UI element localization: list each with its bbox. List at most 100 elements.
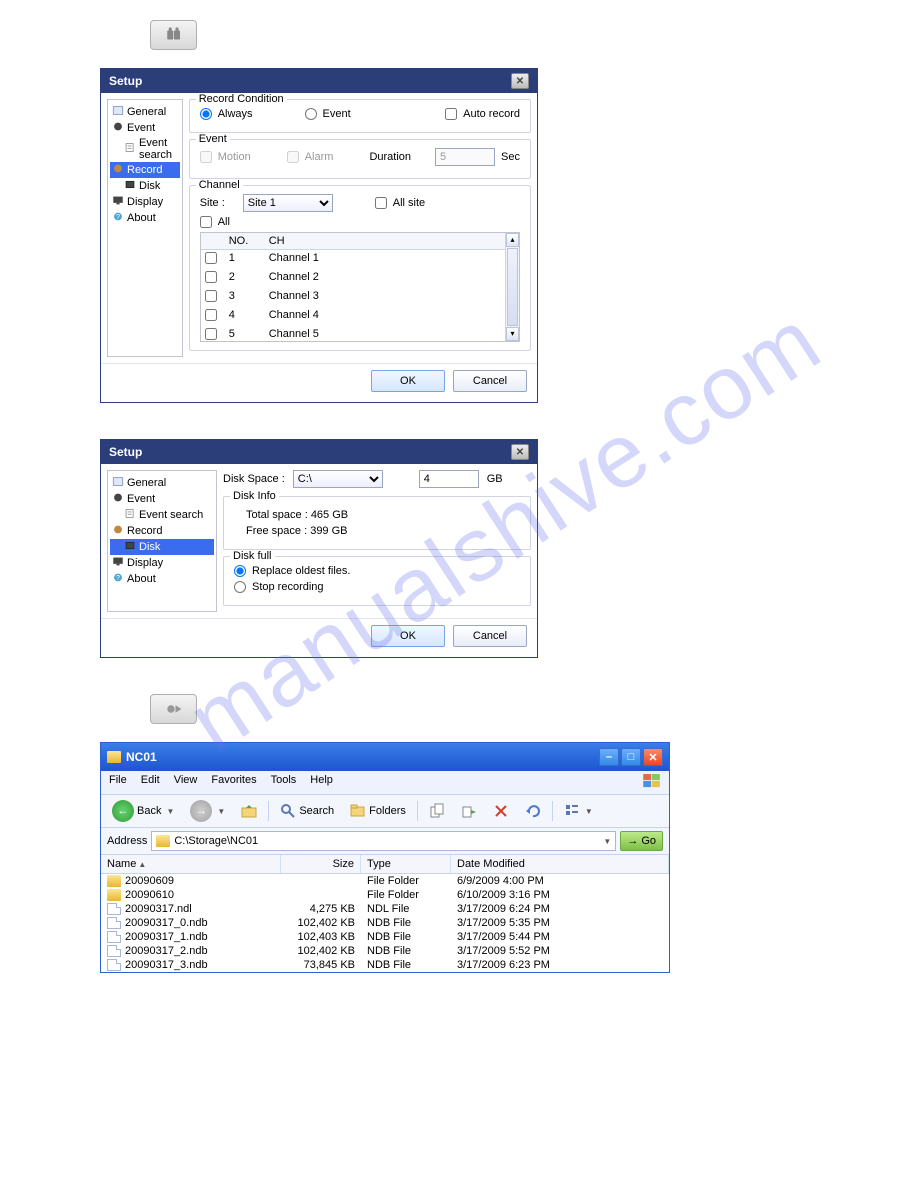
drive-select[interactable]: C:\ bbox=[293, 470, 383, 488]
always-radio[interactable] bbox=[200, 108, 212, 120]
tree-item-general[interactable]: General bbox=[110, 475, 214, 491]
tree-item-record[interactable]: Record bbox=[110, 523, 214, 539]
chevron-down-icon[interactable]: ▼ bbox=[603, 837, 611, 846]
close-button[interactable]: ✕ bbox=[511, 73, 529, 89]
scroll-up-button[interactable]: ▴ bbox=[506, 233, 519, 247]
row-check[interactable] bbox=[205, 328, 217, 340]
file-date: 6/9/2009 4:00 PM bbox=[451, 874, 669, 888]
event-radio[interactable] bbox=[305, 108, 317, 120]
table-row[interactable]: 3Channel 3 bbox=[201, 288, 505, 307]
col-type[interactable]: Type bbox=[361, 855, 451, 873]
tree-item-disk[interactable]: Disk bbox=[110, 539, 214, 555]
back-button[interactable]: ← Back ▼ bbox=[107, 798, 179, 824]
tree-item-general[interactable]: General bbox=[110, 104, 180, 120]
views-button[interactable]: ▼ bbox=[559, 801, 598, 821]
site-select[interactable]: Site 1 bbox=[243, 194, 333, 212]
undo-icon bbox=[525, 803, 541, 819]
tree-item-about[interactable]: ?About bbox=[110, 571, 214, 587]
disk-space-label: Disk Space : bbox=[223, 473, 285, 485]
menu-bar: File Edit View Favorites Tools Help bbox=[101, 771, 669, 795]
tree-item-display[interactable]: Display bbox=[110, 555, 214, 571]
scroll-thumb[interactable] bbox=[507, 248, 518, 326]
file-type: NDB File bbox=[361, 944, 451, 958]
row-check[interactable] bbox=[205, 309, 217, 321]
row-check[interactable] bbox=[205, 252, 217, 264]
scrollbar[interactable]: ▴ ▾ bbox=[505, 233, 519, 341]
row-check[interactable] bbox=[205, 290, 217, 302]
table-row[interactable]: 1Channel 1 bbox=[201, 250, 505, 269]
ok-button[interactable]: OK bbox=[371, 370, 445, 392]
menu-help[interactable]: Help bbox=[310, 774, 333, 791]
address-input[interactable]: C:\Storage\NC01 ▼ bbox=[151, 831, 616, 851]
row-check[interactable] bbox=[205, 271, 217, 283]
table-row[interactable]: 4Channel 4 bbox=[201, 307, 505, 326]
all-site-check[interactable] bbox=[375, 197, 387, 209]
file-row[interactable]: 20090609File Folder6/9/2009 4:00 PM bbox=[101, 874, 669, 888]
setup-icon-button[interactable] bbox=[150, 20, 197, 50]
file-date: 6/10/2009 3:16 PM bbox=[451, 888, 669, 902]
group-title: Channel bbox=[196, 179, 243, 191]
window-titlebar[interactable]: NC01 – □ ✕ bbox=[101, 743, 669, 771]
auto-record-check[interactable] bbox=[445, 108, 457, 120]
col-name[interactable]: Name▲ bbox=[101, 855, 281, 873]
tree-item-disk[interactable]: Disk bbox=[110, 178, 180, 194]
copy-to-button[interactable] bbox=[424, 801, 450, 821]
ok-button[interactable]: OK bbox=[371, 625, 445, 647]
file-type: NDB File bbox=[361, 958, 451, 972]
folder-up-icon bbox=[241, 803, 257, 819]
file-row[interactable]: 20090317.ndl4,275 KBNDL File3/17/2009 6:… bbox=[101, 902, 669, 916]
disk-space-input[interactable] bbox=[419, 470, 479, 488]
file-date: 3/17/2009 5:52 PM bbox=[451, 944, 669, 958]
go-button[interactable]: → Go bbox=[620, 831, 663, 851]
col-no-header[interactable]: NO. bbox=[225, 233, 265, 249]
minimize-button[interactable]: – bbox=[599, 748, 619, 766]
forward-button[interactable]: → ▼ bbox=[185, 798, 230, 824]
col-ch-header[interactable]: CH bbox=[265, 233, 505, 249]
search-button[interactable]: Search bbox=[275, 801, 339, 821]
replace-radio[interactable] bbox=[234, 565, 246, 577]
scroll-down-button[interactable]: ▾ bbox=[506, 327, 519, 341]
file-row[interactable]: 20090317_0.ndb102,402 KBNDB File3/17/200… bbox=[101, 916, 669, 930]
tree-item-record[interactable]: Record bbox=[110, 162, 180, 178]
file-row[interactable]: 20090610File Folder6/10/2009 3:16 PM bbox=[101, 888, 669, 902]
up-button[interactable] bbox=[236, 801, 262, 821]
tree-item-event[interactable]: Event bbox=[110, 491, 214, 507]
menu-favorites[interactable]: Favorites bbox=[211, 774, 256, 791]
menu-edit[interactable]: Edit bbox=[141, 774, 160, 791]
tree-item-about[interactable]: ?About bbox=[110, 210, 180, 226]
group-title: Disk Info bbox=[230, 490, 279, 502]
file-row[interactable]: 20090317_3.ndb73,845 KBNDB File3/17/2009… bbox=[101, 958, 669, 972]
row-no: 2 bbox=[225, 269, 265, 288]
file-row[interactable]: 20090317_2.ndb102,402 KBNDB File3/17/200… bbox=[101, 944, 669, 958]
all-check[interactable] bbox=[200, 216, 212, 228]
folder-icon bbox=[107, 751, 121, 763]
col-date[interactable]: Date Modified bbox=[451, 855, 669, 873]
undo-button[interactable] bbox=[520, 801, 546, 821]
table-row[interactable]: 5Channel 5 bbox=[201, 326, 505, 342]
menu-file[interactable]: File bbox=[109, 774, 127, 791]
maximize-button[interactable]: □ bbox=[621, 748, 641, 766]
setup-dialog-disk: Setup ✕ GeneralEventEvent searchRecordDi… bbox=[100, 439, 538, 658]
close-button[interactable]: ✕ bbox=[511, 444, 529, 460]
col-size[interactable]: Size bbox=[281, 855, 361, 873]
tree-item-event[interactable]: Event bbox=[110, 120, 180, 136]
tree-item-event-search[interactable]: Event search bbox=[110, 136, 180, 162]
menu-view[interactable]: View bbox=[174, 774, 198, 791]
folders-button[interactable]: Folders bbox=[345, 801, 411, 821]
stop-radio[interactable] bbox=[234, 581, 246, 593]
menu-tools[interactable]: Tools bbox=[271, 774, 297, 791]
close-button[interactable]: ✕ bbox=[643, 748, 663, 766]
table-row[interactable]: 2Channel 2 bbox=[201, 269, 505, 288]
tree-item-display[interactable]: Display bbox=[110, 194, 180, 210]
file-name: 20090610 bbox=[125, 889, 174, 901]
dialog-titlebar[interactable]: Setup ✕ bbox=[101, 440, 537, 464]
delete-button[interactable] bbox=[488, 801, 514, 821]
chevron-down-icon: ▼ bbox=[217, 807, 225, 816]
cancel-button[interactable]: Cancel bbox=[453, 370, 527, 392]
record-icon-button[interactable] bbox=[150, 694, 197, 724]
move-to-button[interactable] bbox=[456, 801, 482, 821]
dialog-titlebar[interactable]: Setup ✕ bbox=[101, 69, 537, 93]
tree-item-event-search[interactable]: Event search bbox=[110, 507, 214, 523]
file-row[interactable]: 20090317_1.ndb102,403 KBNDB File3/17/200… bbox=[101, 930, 669, 944]
cancel-button[interactable]: Cancel bbox=[453, 625, 527, 647]
